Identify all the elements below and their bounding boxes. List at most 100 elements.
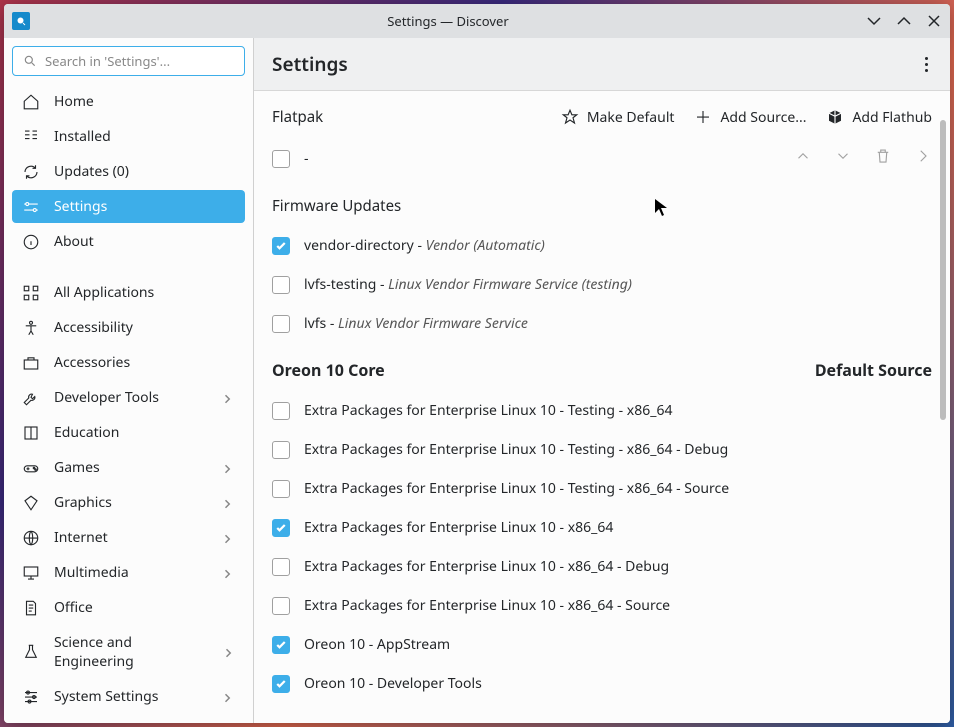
content-scroll[interactable]: Flatpak Make Default Add Source... Add F…	[254, 91, 950, 723]
app-icon	[12, 12, 30, 30]
checkbox[interactable]	[272, 402, 290, 420]
close-button[interactable]	[926, 13, 942, 29]
book-icon	[22, 424, 40, 442]
nav-label: Office	[54, 598, 93, 617]
sidebar: Home Installed Updates (0) Settings Abou…	[4, 38, 254, 723]
firmware-row[interactable]: vendor-directory - Vendor (Automatic)	[254, 226, 950, 265]
checkbox[interactable]	[272, 636, 290, 654]
nav-graphics[interactable]: Graphics	[12, 486, 245, 519]
overflow-menu-button[interactable]	[921, 53, 932, 76]
nav-internet[interactable]: Internet	[12, 521, 245, 554]
add-source-button[interactable]: Add Source...	[694, 108, 806, 127]
chevron-right-icon	[221, 391, 235, 405]
nav-science[interactable]: Science and Engineering	[12, 626, 245, 678]
nav-label: Settings	[54, 197, 107, 216]
checkbox[interactable]	[272, 237, 290, 255]
repo-row[interactable]: Extra Packages for Enterprise Linux 10 -…	[254, 391, 950, 430]
nav-multimedia[interactable]: Multimedia	[12, 556, 245, 589]
nav-label: Education	[54, 423, 119, 442]
nav-developer-tools[interactable]: Developer Tools	[12, 381, 245, 414]
checkbox[interactable]	[272, 315, 290, 333]
window-controls	[866, 13, 942, 29]
diamond-icon	[22, 494, 40, 512]
checkbox[interactable]	[272, 597, 290, 615]
default-source-badge: Default Source	[815, 359, 932, 381]
nav-education[interactable]: Education	[12, 416, 245, 449]
nav-installed[interactable]: Installed	[12, 120, 245, 153]
nav-games[interactable]: Games	[12, 451, 245, 484]
nav-system-settings[interactable]: System Settings	[12, 680, 245, 713]
checkbox[interactable]	[272, 558, 290, 576]
checkbox[interactable]	[272, 675, 290, 693]
repo-row[interactable]: Oreon 10 - Developer Tools	[254, 664, 950, 703]
search-input[interactable]	[45, 52, 234, 70]
nav-accessories[interactable]: Accessories	[12, 346, 245, 379]
nav-all-applications[interactable]: All Applications	[12, 276, 245, 309]
window-title: Settings — Discover	[38, 12, 858, 30]
repo-row[interactable]: Oreon 10 - AppStream	[254, 625, 950, 664]
nav-about[interactable]: About	[12, 225, 245, 258]
nav-updates[interactable]: Updates (0)	[12, 155, 245, 188]
sliders-icon	[22, 688, 40, 706]
scrollbar-thumb[interactable]	[940, 120, 946, 420]
nav-settings[interactable]: Settings	[12, 190, 245, 223]
globe-icon	[22, 529, 40, 547]
chevron-right-icon	[221, 566, 235, 580]
info-icon	[22, 233, 40, 251]
repo-row[interactable]: Extra Packages for Enterprise Linux 10 -…	[254, 430, 950, 469]
section-title: Flatpak	[272, 107, 323, 127]
content-area: Settings Flatpak Make Default Add Source…	[254, 38, 950, 723]
move-up-button[interactable]	[794, 147, 812, 170]
flask-icon	[22, 643, 40, 661]
firmware-row[interactable]: lvfs - Linux Vendor Firmware Service	[254, 304, 950, 343]
checkbox[interactable]	[272, 150, 290, 168]
minimize-button[interactable]	[866, 13, 882, 29]
nav-accessibility[interactable]: Accessibility	[12, 311, 245, 344]
go-button[interactable]	[914, 147, 932, 170]
nav-label: Developer Tools	[54, 388, 159, 407]
checkbox[interactable]	[272, 480, 290, 498]
nav-label: Application Addons	[54, 722, 181, 723]
chevron-right-icon	[221, 461, 235, 475]
briefcase-icon	[22, 354, 40, 372]
search-field[interactable]	[12, 46, 245, 76]
nav-home[interactable]: Home	[12, 85, 245, 118]
accessibility-icon	[22, 319, 40, 337]
window-body: Home Installed Updates (0) Settings Abou…	[4, 38, 950, 723]
checkbox[interactable]	[272, 441, 290, 459]
repo-row[interactable]: Extra Packages for Enterprise Linux 10 -…	[254, 586, 950, 625]
add-flathub-button[interactable]: Add Flathub	[826, 108, 932, 127]
nav-label: Accessories	[54, 353, 130, 372]
repo-row[interactable]: Extra Packages for Enterprise Linux 10 -…	[254, 469, 950, 508]
search-icon	[23, 54, 37, 68]
cube-icon	[826, 108, 844, 126]
delete-button[interactable]	[874, 147, 892, 170]
maximize-button[interactable]	[896, 13, 912, 29]
repo-row[interactable]: Extra Packages for Enterprise Linux 10 -…	[254, 547, 950, 586]
chevron-right-icon	[221, 690, 235, 704]
chevron-right-icon	[222, 645, 235, 659]
nav-primary: Home Installed Updates (0) Settings Abou…	[4, 82, 253, 261]
nav-application-addons[interactable]: Application Addons	[12, 715, 245, 723]
gamepad-icon	[22, 459, 40, 477]
wrench-icon	[22, 389, 40, 407]
firmware-row[interactable]: lvfs-testing - Linux Vendor Firmware Ser…	[254, 265, 950, 304]
nav-label: Updates (0)	[54, 162, 129, 181]
checkbox[interactable]	[272, 276, 290, 294]
content-header: Settings	[254, 38, 950, 91]
nav-label: Games	[54, 458, 100, 477]
oreon-section-header: Oreon 10 Core Default Source	[254, 343, 950, 391]
nav-categories: All Applications Accessibility Accessori…	[4, 273, 253, 723]
scrollbar[interactable]	[940, 120, 946, 723]
make-default-button[interactable]: Make Default	[561, 108, 675, 127]
updates-icon	[22, 163, 40, 181]
move-down-button[interactable]	[834, 147, 852, 170]
repo-row[interactable]: Extra Packages for Enterprise Linux 10 -…	[254, 508, 950, 547]
nav-office[interactable]: Office	[12, 591, 245, 624]
nav-label: Multimedia	[54, 563, 129, 582]
nav-label: Installed	[54, 127, 111, 146]
checkbox[interactable]	[272, 519, 290, 537]
flatpak-item[interactable]: -	[254, 137, 950, 180]
section-title: Oreon 10 Core	[272, 359, 385, 381]
flatpak-item-label: -	[304, 149, 309, 168]
